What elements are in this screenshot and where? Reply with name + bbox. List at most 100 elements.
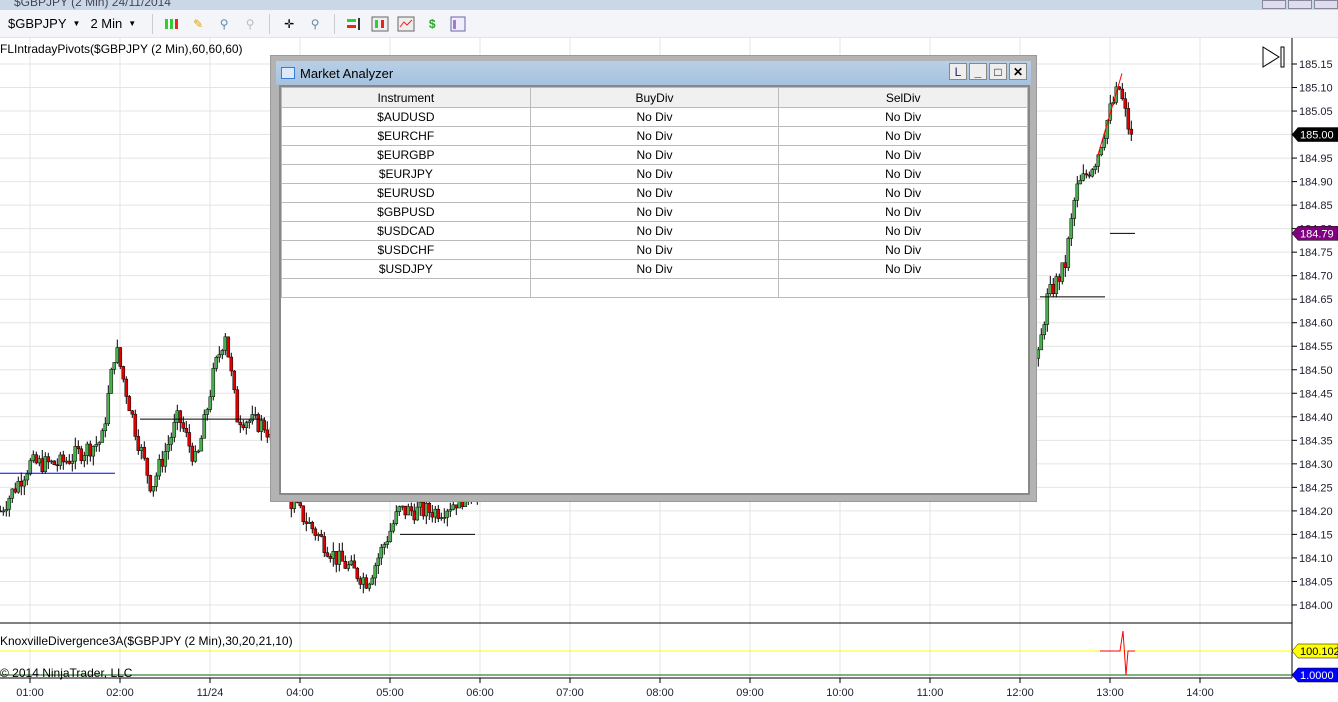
zoom-out-icon[interactable]: ⚲ — [241, 16, 259, 32]
indicators-icon[interactable] — [397, 16, 415, 32]
table-row[interactable]: $USDJPY No Div No Div — [281, 259, 1028, 279]
candle-up — [1066, 238, 1071, 268]
candle-down — [76, 446, 81, 450]
candle-down — [229, 356, 234, 372]
instrument-selector[interactable]: $GBPJPY ▼ — [8, 16, 80, 31]
candle-down — [1126, 108, 1131, 130]
candle-up — [400, 505, 405, 508]
price-tick-label: 184.40 — [1299, 412, 1333, 424]
candle-up — [22, 479, 27, 487]
pencil-draw-icon[interactable]: ✎ — [189, 16, 207, 32]
candle-up — [7, 498, 12, 510]
minimize-button[interactable]: _ — [969, 63, 987, 80]
candle-down — [1051, 284, 1056, 295]
candle-up — [49, 460, 54, 463]
candle-down — [343, 561, 348, 569]
candle-down — [328, 556, 333, 559]
candle-up — [346, 564, 351, 569]
candle-up — [448, 509, 453, 512]
candle-down — [1120, 88, 1125, 99]
candle-down — [1087, 174, 1092, 177]
time-tick-label: 10:00 — [826, 687, 854, 699]
magnifier-icon[interactable]: ⚲ — [306, 16, 324, 32]
order-panel-icon[interactable] — [345, 16, 363, 32]
candle-up — [94, 444, 99, 447]
table-row[interactable]: $USDCAD No Div No Div — [281, 221, 1028, 241]
table-cell: No Div — [778, 164, 1028, 184]
candle-down — [358, 578, 363, 585]
candle-up — [16, 480, 21, 493]
candle-up — [214, 357, 219, 369]
candle-up — [157, 459, 162, 477]
candle-up — [1081, 173, 1086, 181]
table-cell: $USDCAD — [281, 221, 531, 241]
minimize-button[interactable] — [1262, 0, 1286, 9]
properties-icon[interactable] — [449, 16, 467, 32]
market-analyzer-titlebar[interactable]: Market Analyzer L _ □ ✕ — [276, 61, 1031, 85]
candle-down — [184, 428, 189, 433]
candle-up — [394, 511, 399, 524]
candle-up — [28, 460, 33, 475]
candle-up — [307, 522, 312, 524]
table-row[interactable]: $EURUSD No Div No Div — [281, 183, 1028, 203]
candle-down — [310, 522, 315, 530]
candle-down — [142, 447, 147, 459]
table-row[interactable]: $EURGBP No Div No Div — [281, 145, 1028, 165]
candle-up — [115, 347, 120, 363]
column-header[interactable]: BuyDiv — [529, 87, 780, 108]
table-row[interactable]: $USDCHF No Div No Div — [281, 240, 1028, 260]
close-button[interactable]: ✕ — [1009, 63, 1027, 80]
scroll-to-end-icon[interactable] — [1262, 46, 1286, 71]
candle-down — [301, 505, 306, 522]
table-cell: $EURUSD — [281, 183, 531, 203]
table-row[interactable]: $GBPUSD No Div No Div — [281, 202, 1028, 222]
candle-up — [1, 510, 6, 513]
candle-down — [61, 454, 66, 463]
link-button[interactable]: L — [949, 63, 967, 80]
candle-down — [241, 424, 246, 428]
interval-selector[interactable]: 2 Min ▼ — [90, 16, 136, 31]
crosshair-icon[interactable]: ✛ — [280, 16, 298, 32]
table-row[interactable]: $EURJPY No Div No Div — [281, 164, 1028, 184]
candle-up — [1093, 165, 1098, 170]
table-cell: No Div — [778, 126, 1028, 146]
candle-down — [256, 414, 261, 432]
table-row[interactable]: $AUDUSD No Div No Div — [281, 107, 1028, 127]
candle-down — [430, 512, 435, 518]
candle-up — [151, 486, 156, 492]
time-tick-label: 11/24 — [197, 687, 224, 699]
candle-up — [1045, 293, 1050, 325]
candle-up — [91, 446, 96, 457]
table-cell: $USDJPY — [281, 259, 531, 279]
zoom-in-icon[interactable]: ⚲ — [215, 16, 233, 32]
table-row[interactable]: $EURCHF No Div No Div — [281, 126, 1028, 146]
candle-up — [172, 422, 177, 438]
table-cell: No Div — [778, 221, 1028, 241]
table-cell: No Div — [529, 221, 780, 241]
chevron-down-icon: ▼ — [72, 19, 81, 28]
price-tick-label: 184.00 — [1299, 600, 1333, 612]
maximize-button[interactable] — [1288, 0, 1312, 9]
candle-up — [1072, 200, 1077, 219]
column-header[interactable]: Instrument — [281, 87, 531, 108]
candle-down — [19, 480, 24, 487]
strategy-icon[interactable]: $ — [423, 16, 441, 32]
candle-up — [376, 557, 381, 566]
data-series-icon[interactable] — [371, 16, 389, 32]
candle-up — [103, 423, 108, 432]
price-tick-label: 184.15 — [1299, 529, 1333, 541]
candle-up — [415, 506, 420, 521]
table-row[interactable] — [281, 278, 1028, 298]
divider — [334, 13, 336, 34]
table-cell: No Div — [778, 259, 1028, 279]
candlestick-style-icon[interactable] — [163, 16, 181, 32]
candle-up — [373, 565, 378, 579]
candle-down — [340, 550, 345, 562]
close-button[interactable] — [1314, 0, 1338, 9]
sub-indicator-label: KnoxvilleDivergence3A($GBPJPY (2 Min),30… — [0, 634, 293, 648]
column-header[interactable]: SelDiv — [778, 87, 1028, 108]
candle-up — [199, 437, 204, 452]
maximize-button[interactable]: □ — [989, 63, 1007, 80]
candle-down — [160, 459, 165, 467]
time-tick-label: 11:00 — [917, 687, 944, 699]
